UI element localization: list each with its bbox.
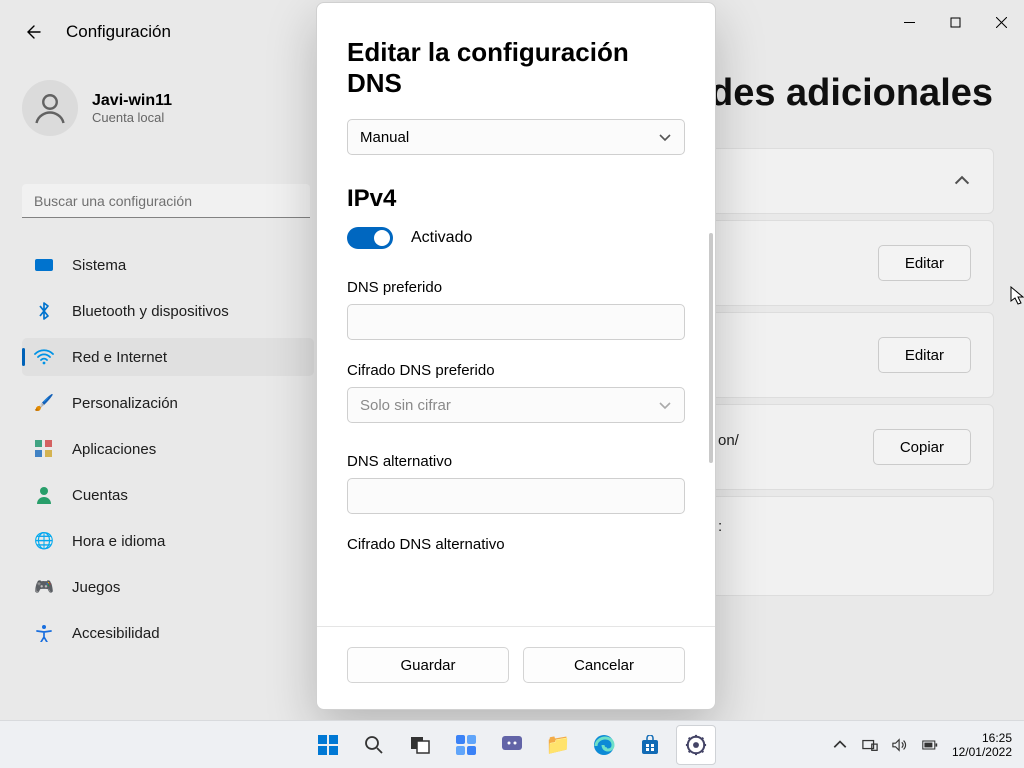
store-button[interactable] xyxy=(630,725,670,765)
cancel-button[interactable]: Cancelar xyxy=(523,647,685,683)
edge-button[interactable] xyxy=(584,725,624,765)
dns-mode-select[interactable]: Manual xyxy=(347,119,685,155)
clock[interactable]: 16:25 12/01/2022 xyxy=(952,731,1012,759)
edge-icon xyxy=(593,734,615,756)
taskbar: 📁 16:25 12/01/2022 xyxy=(0,720,1024,768)
store-icon xyxy=(640,735,660,755)
alt-dns-input[interactable] xyxy=(347,478,685,514)
windows-logo-icon xyxy=(318,735,338,755)
chevron-down-icon xyxy=(658,398,672,412)
chevron-down-icon xyxy=(658,130,672,144)
preferred-dns-label: DNS preferido xyxy=(347,279,685,296)
task-view-icon xyxy=(410,736,430,754)
start-button[interactable] xyxy=(308,725,348,765)
task-view-button[interactable] xyxy=(400,725,440,765)
gear-icon xyxy=(685,734,707,756)
explorer-button[interactable]: 📁 xyxy=(538,725,578,765)
volume-icon[interactable] xyxy=(892,737,908,753)
date: 12/01/2022 xyxy=(952,745,1012,759)
dns-settings-dialog: Editar la configuración DNS Manual IPv4 … xyxy=(316,2,716,710)
preferred-enc-label: Cifrado DNS preferido xyxy=(347,362,685,379)
mouse-cursor xyxy=(1010,286,1024,311)
widgets-icon xyxy=(455,734,477,756)
widgets-button[interactable] xyxy=(446,725,486,765)
select-value: Manual xyxy=(360,129,409,146)
preferred-enc-select[interactable]: Solo sin cifrar xyxy=(347,387,685,423)
toggle-label: Activado xyxy=(411,229,472,247)
alt-enc-label: Cifrado DNS alternativo xyxy=(347,536,685,553)
alt-dns-label: DNS alternativo xyxy=(347,453,685,470)
chevron-up-icon[interactable] xyxy=(832,737,848,753)
save-button[interactable]: Guardar xyxy=(347,647,509,683)
time: 16:25 xyxy=(952,731,1012,745)
folder-icon: 📁 xyxy=(546,732,571,757)
select-value: Solo sin cifrar xyxy=(360,397,451,414)
settings-taskbar-button[interactable] xyxy=(676,725,716,765)
battery-icon[interactable] xyxy=(922,737,938,753)
preferred-dns-input[interactable] xyxy=(347,304,685,340)
dialog-scrollbar[interactable] xyxy=(709,233,713,463)
chat-button[interactable] xyxy=(492,725,532,765)
ipv4-toggle[interactable] xyxy=(347,227,393,249)
network-icon[interactable] xyxy=(862,737,878,753)
search-icon xyxy=(364,735,384,755)
dialog-title: Editar la configuración DNS xyxy=(347,37,685,99)
ipv4-heading: IPv4 xyxy=(347,185,685,213)
search-button[interactable] xyxy=(354,725,394,765)
chat-icon xyxy=(501,735,523,755)
